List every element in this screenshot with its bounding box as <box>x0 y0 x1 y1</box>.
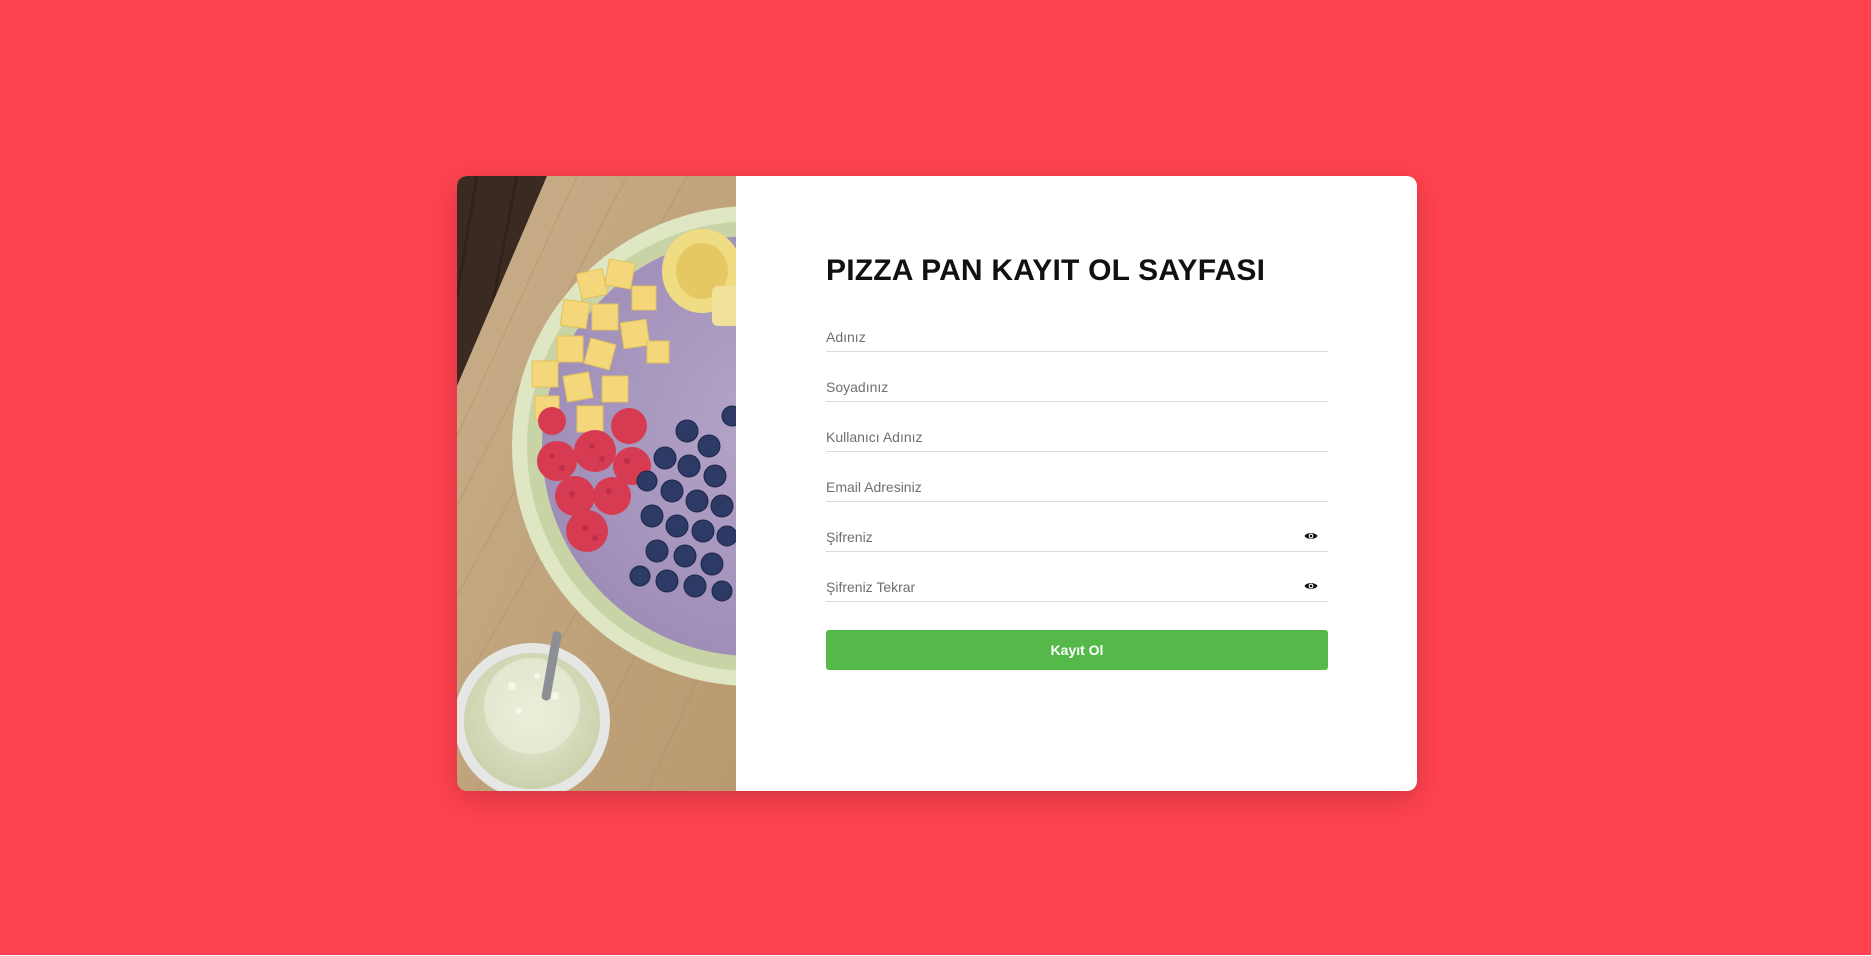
email-input[interactable] <box>826 475 1296 499</box>
eye-icon[interactable] <box>1304 581 1318 591</box>
password-confirm-field <box>826 575 1328 602</box>
first-name-input[interactable] <box>826 325 1296 349</box>
password-confirm-input[interactable] <box>826 575 1296 599</box>
register-button[interactable]: Kayıt Ol <box>826 630 1328 670</box>
username-input[interactable] <box>826 425 1296 449</box>
first-name-field <box>826 325 1328 352</box>
last-name-field <box>826 375 1328 402</box>
last-name-input[interactable] <box>826 375 1296 399</box>
username-field <box>826 425 1328 452</box>
eye-icon[interactable] <box>1304 531 1318 541</box>
register-card: PIZZA PAN KAYIT OL SAYFASI Adınız Soyadı… <box>457 176 1417 791</box>
fruit-bowl-photo <box>457 176 736 791</box>
password-field <box>826 525 1328 552</box>
email-field <box>826 475 1328 502</box>
page-title: PIZZA PAN KAYIT OL SAYFASI <box>826 254 1266 287</box>
password-input[interactable] <box>826 525 1296 549</box>
